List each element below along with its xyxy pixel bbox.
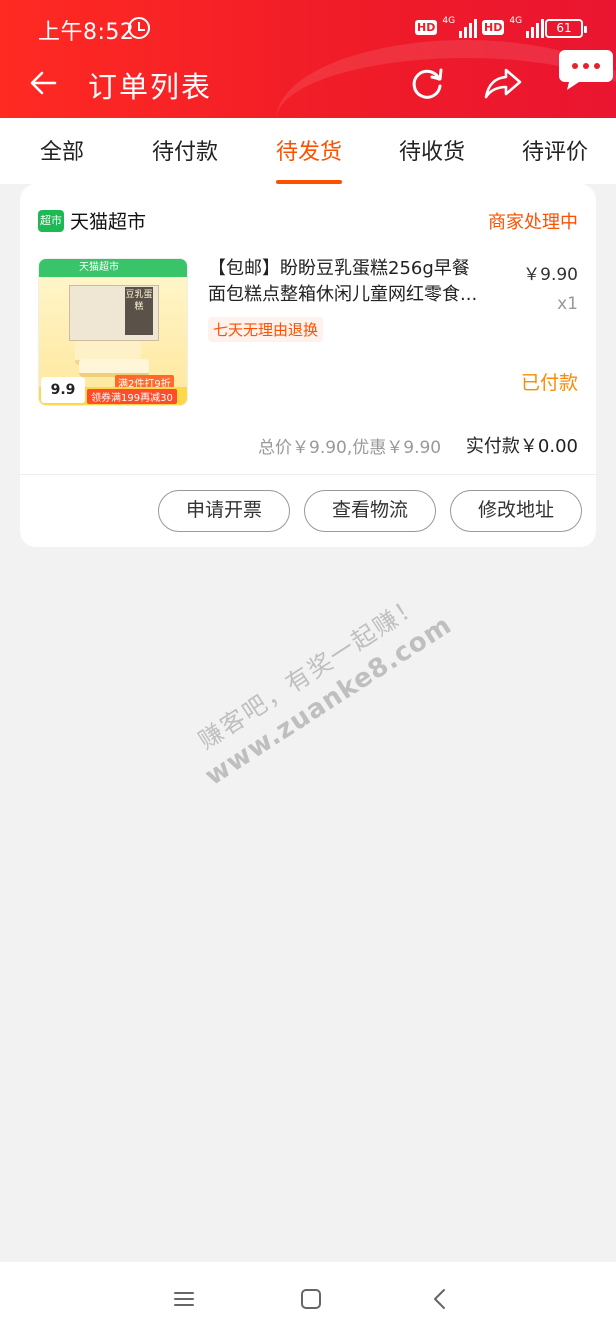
supermarket-logo-icon: 超市 bbox=[38, 210, 64, 232]
thumb-coupon: 领券满199再减30 bbox=[87, 389, 177, 404]
system-back-icon[interactable] bbox=[427, 1286, 453, 1312]
page-title: 订单列表 bbox=[88, 70, 213, 104]
watermark-line1: 赚客吧，有奖一起赚！ bbox=[193, 589, 427, 755]
more-menu-icon[interactable] bbox=[555, 46, 613, 100]
tab-pending-review[interactable]: 待评价 bbox=[522, 134, 588, 166]
order-tabs: 全部 待付款 待发货 待收货 待评价 bbox=[0, 118, 616, 184]
view-logistics-button[interactable]: 查看物流 bbox=[304, 490, 436, 532]
total-price-info: 总价￥9.90,优惠￥9.90 bbox=[258, 438, 442, 458]
request-invoice-button[interactable]: 申请开票 bbox=[158, 490, 290, 532]
network-type: 4G bbox=[442, 16, 456, 26]
return-policy-badge: 七天无理由退换 bbox=[208, 317, 324, 342]
hd-badge: HD bbox=[415, 19, 438, 35]
battery-icon: 61 bbox=[545, 19, 587, 38]
home-icon[interactable] bbox=[298, 1286, 324, 1312]
app-header: 上午8:52 HD 4G HD 4G 61 订单列表 bbox=[0, 0, 616, 118]
divider bbox=[20, 474, 596, 475]
modify-address-button[interactable]: 修改地址 bbox=[450, 490, 582, 532]
recent-apps-icon[interactable] bbox=[171, 1286, 197, 1312]
back-arrow-icon[interactable] bbox=[28, 68, 58, 98]
tab-pending-payment[interactable]: 待付款 bbox=[152, 134, 218, 166]
signal-2: HD 4G bbox=[482, 16, 545, 38]
order-status: 商家处理中 bbox=[488, 212, 578, 233]
product-title-line1: 【包邮】盼盼豆乳蛋糕256g早餐 bbox=[208, 258, 470, 279]
product-image[interactable]: 天猫超市 豆乳蛋糕 满2件打9折 领券满199再减30 9.9 bbox=[38, 258, 188, 406]
tab-pending-receipt[interactable]: 待收货 bbox=[399, 134, 465, 166]
status-bar: 上午8:52 HD 4G HD 4G 61 bbox=[0, 0, 616, 58]
thumb-price: 9.9 bbox=[41, 377, 85, 403]
product-title[interactable]: 【包邮】盼盼豆乳蛋糕256g早餐 面包糕点整箱休闲儿童网红零食... bbox=[208, 256, 504, 308]
status-time: 上午8:52 bbox=[38, 20, 135, 45]
watermark: 赚客吧，有奖一起赚！ www.zuanke8.com bbox=[173, 574, 462, 795]
signal-1: HD 4G bbox=[415, 16, 478, 38]
navigation-bar: 订单列表 bbox=[0, 50, 616, 118]
actual-payment: 实付款￥0.00 bbox=[465, 436, 578, 457]
share-icon[interactable] bbox=[482, 62, 524, 104]
shop-name[interactable]: 天猫超市 bbox=[70, 207, 146, 234]
product-title-line2: 面包糕点整箱休闲儿童网红零食... bbox=[208, 284, 478, 305]
thumb-banner: 天猫超市 bbox=[39, 259, 187, 277]
system-navigation-bar bbox=[0, 1262, 616, 1334]
payment-status: 已付款 bbox=[520, 372, 578, 394]
refresh-icon[interactable] bbox=[406, 62, 448, 104]
tab-all[interactable]: 全部 bbox=[40, 134, 84, 166]
tab-pending-shipment[interactable]: 待发货 bbox=[276, 134, 342, 166]
hd-badge: HD bbox=[482, 19, 505, 35]
alarm-icon bbox=[128, 17, 150, 39]
box-label: 豆乳蛋糕 bbox=[125, 287, 153, 335]
quantity: x1 bbox=[557, 294, 578, 314]
network-type: 4G bbox=[509, 16, 523, 26]
order-card[interactable]: 超市 天猫超市 商家处理中 天猫超市 豆乳蛋糕 满2件打9折 领券满199再减3… bbox=[20, 184, 596, 547]
unit-price: ￥9.90 bbox=[523, 265, 578, 285]
